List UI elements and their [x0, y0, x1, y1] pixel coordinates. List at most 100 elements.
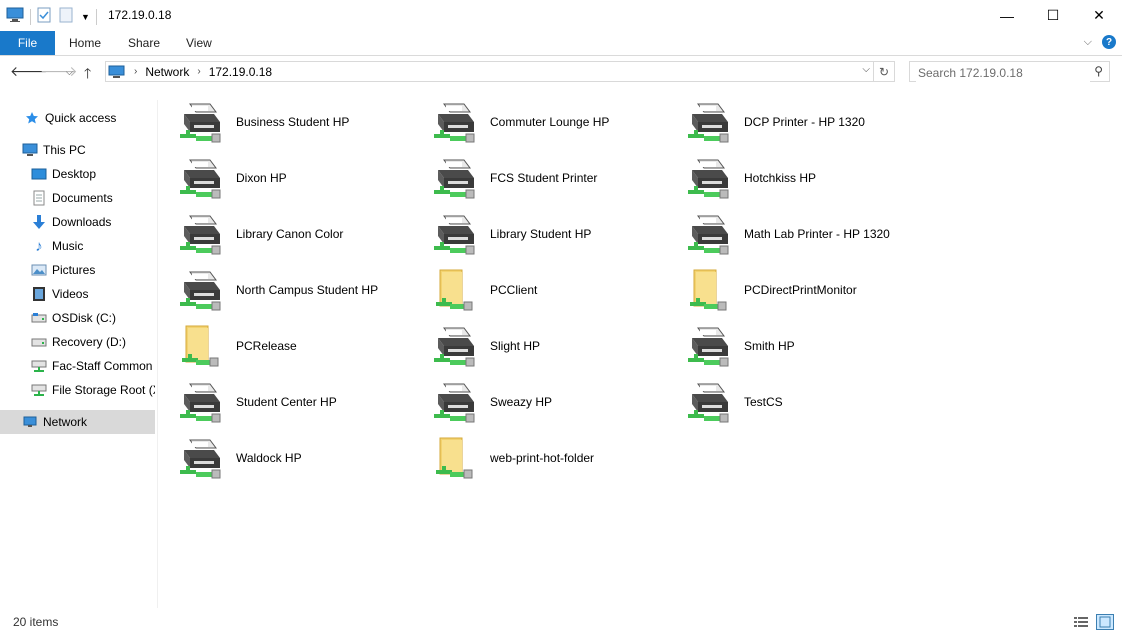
tab-view[interactable]: View — [186, 31, 212, 55]
up-button[interactable]: 🡑 — [84, 63, 91, 87]
sidebar-item-label: Quick access — [45, 111, 117, 125]
details-view-button[interactable] — [1072, 614, 1090, 630]
printer-item[interactable]: North Campus Student HP — [176, 264, 416, 316]
sidebar-item-documents[interactable]: Documents — [31, 187, 155, 209]
folder-item[interactable]: PCClient — [430, 264, 670, 316]
recent-locations-icon[interactable]: ⌵ — [66, 67, 73, 78]
printer-item[interactable]: Business Student HP — [176, 96, 416, 148]
item-label: Student Center HP — [236, 395, 337, 409]
view-switcher — [1072, 614, 1114, 630]
sidebar-item-desktop[interactable]: Desktop — [31, 163, 155, 185]
shared-printer-icon — [430, 154, 478, 202]
printer-item[interactable]: Library Student HP — [430, 208, 670, 260]
item-label: PCRelease — [236, 339, 297, 353]
large-icons-view-button[interactable] — [1096, 614, 1114, 630]
videos-icon — [31, 286, 47, 302]
tab-home[interactable]: Home — [69, 31, 101, 55]
sidebar-item-file-storage-root[interactable]: File Storage Root (X — [31, 379, 155, 401]
printer-item[interactable]: Math Lab Printer - HP 1320 — [684, 208, 924, 260]
item-label: Math Lab Printer - HP 1320 — [744, 227, 890, 241]
close-button[interactable]: ✕ — [1076, 0, 1122, 31]
expand-ribbon-icon[interactable]: ⌵ — [1084, 36, 1092, 49]
customize-dropdown-icon[interactable]: ▼ — [81, 12, 90, 22]
item-label: Smith HP — [744, 339, 795, 353]
breadcrumb-network[interactable]: Network — [145, 65, 189, 79]
network-icon — [22, 414, 38, 430]
sidebar-item-downloads[interactable]: Downloads — [31, 211, 155, 233]
minimize-button[interactable]: — — [984, 0, 1030, 31]
shared-printer-icon — [430, 378, 478, 426]
sidebar-item-label: Videos — [52, 287, 89, 301]
quick-access-toolbar: ▼ — [6, 7, 103, 26]
help-icon[interactable]: ? — [1102, 35, 1116, 49]
shared-printer-icon — [684, 98, 732, 146]
search-icon[interactable]: ⚲ — [1094, 64, 1103, 78]
refresh-button[interactable]: ↻ — [873, 62, 894, 81]
folder-item[interactable]: web-print-hot-folder — [430, 432, 670, 484]
network-drive-icon — [31, 382, 47, 398]
item-label: PCDirectPrintMonitor — [744, 283, 857, 297]
item-label: DCP Printer - HP 1320 — [744, 115, 865, 129]
sidebar-item-videos[interactable]: Videos — [31, 283, 155, 305]
sidebar-item-label: Fac-Staff Common — [52, 359, 153, 373]
sidebar-item-pictures[interactable]: Pictures — [31, 259, 155, 281]
documents-icon — [31, 190, 47, 206]
printer-item[interactable]: Dixon HP — [176, 152, 416, 204]
printer-item[interactable]: Library Canon Color — [176, 208, 416, 260]
minimize-icon: — — [1000, 7, 1014, 24]
divider — [95, 8, 97, 25]
close-icon: ✕ — [1093, 7, 1105, 23]
sidebar-item-fac-staff-common[interactable]: Fac-Staff Common — [31, 355, 155, 377]
new-folder-icon[interactable] — [59, 7, 73, 26]
computer-icon[interactable] — [6, 7, 24, 26]
printer-item[interactable]: Student Center HP — [176, 376, 416, 428]
window-title: 172.19.0.18 — [108, 8, 172, 22]
printer-item[interactable]: Waldock HP — [176, 432, 416, 484]
navigation-pane: Quick access This PC Desktop Documents D… — [0, 100, 158, 608]
folder-item[interactable]: PCDirectPrintMonitor — [684, 264, 924, 316]
sidebar-item-label: Documents — [52, 191, 113, 205]
properties-icon[interactable] — [37, 7, 51, 26]
tab-share[interactable]: Share — [128, 31, 160, 55]
sidebar-item-this-pc[interactable]: This PC — [22, 139, 154, 161]
shared-printer-icon — [430, 98, 478, 146]
shared-printer-icon — [684, 378, 732, 426]
search-input[interactable] — [916, 63, 1090, 82]
item-label: Waldock HP — [236, 451, 302, 465]
navigation-bar: 🡐 🡒 ⌵ 🡑 › Network › 172.19.0.18 ⌵ ↻ ⚲ — [0, 56, 1122, 88]
sidebar-item-label: This PC — [43, 143, 86, 157]
printer-item[interactable]: FCS Student Printer — [430, 152, 670, 204]
item-label: Library Student HP — [490, 227, 592, 241]
sidebar-item-quick-access[interactable]: Quick access — [24, 107, 154, 129]
breadcrumb-current[interactable]: 172.19.0.18 — [209, 65, 272, 79]
address-dropdown-icon[interactable]: ⌵ — [862, 64, 870, 75]
item-label: web-print-hot-folder — [490, 451, 595, 465]
search-box: ⚲ — [909, 61, 1110, 82]
shared-printer-icon — [684, 154, 732, 202]
breadcrumb-separator-icon: › — [197, 66, 201, 77]
printer-item[interactable]: Commuter Lounge HP — [430, 96, 670, 148]
tab-file[interactable]: File — [0, 31, 55, 55]
shared-printer-icon — [176, 434, 224, 482]
sidebar-item-music[interactable]: ♪ Music — [31, 235, 155, 257]
printer-item[interactable]: Smith HP — [684, 320, 924, 372]
shared-printer-icon — [430, 210, 478, 258]
shared-printer-icon — [430, 322, 478, 370]
computer-icon — [22, 142, 38, 158]
printer-item[interactable]: Sweazy HP — [430, 376, 670, 428]
folder-item[interactable]: PCRelease — [176, 320, 416, 372]
printer-item[interactable]: Slight HP — [430, 320, 670, 372]
sidebar-item-label: Pictures — [52, 263, 96, 277]
printer-item[interactable]: TestCS — [684, 376, 924, 428]
sidebar-item-osdisk[interactable]: OSDisk (C:) — [31, 307, 155, 329]
pictures-icon — [31, 262, 47, 278]
item-label: Commuter Lounge HP — [490, 115, 610, 129]
item-label: Hotchkiss HP — [744, 171, 817, 185]
drive-icon — [31, 334, 47, 350]
sidebar-item-network[interactable]: Network — [0, 410, 155, 434]
address-bar[interactable]: › Network › 172.19.0.18 ⌵ ↻ — [105, 61, 895, 82]
printer-item[interactable]: Hotchkiss HP — [684, 152, 924, 204]
maximize-button[interactable]: ☐ — [1030, 0, 1076, 31]
sidebar-item-recovery[interactable]: Recovery (D:) — [31, 331, 155, 353]
printer-item[interactable]: DCP Printer - HP 1320 — [684, 96, 924, 148]
